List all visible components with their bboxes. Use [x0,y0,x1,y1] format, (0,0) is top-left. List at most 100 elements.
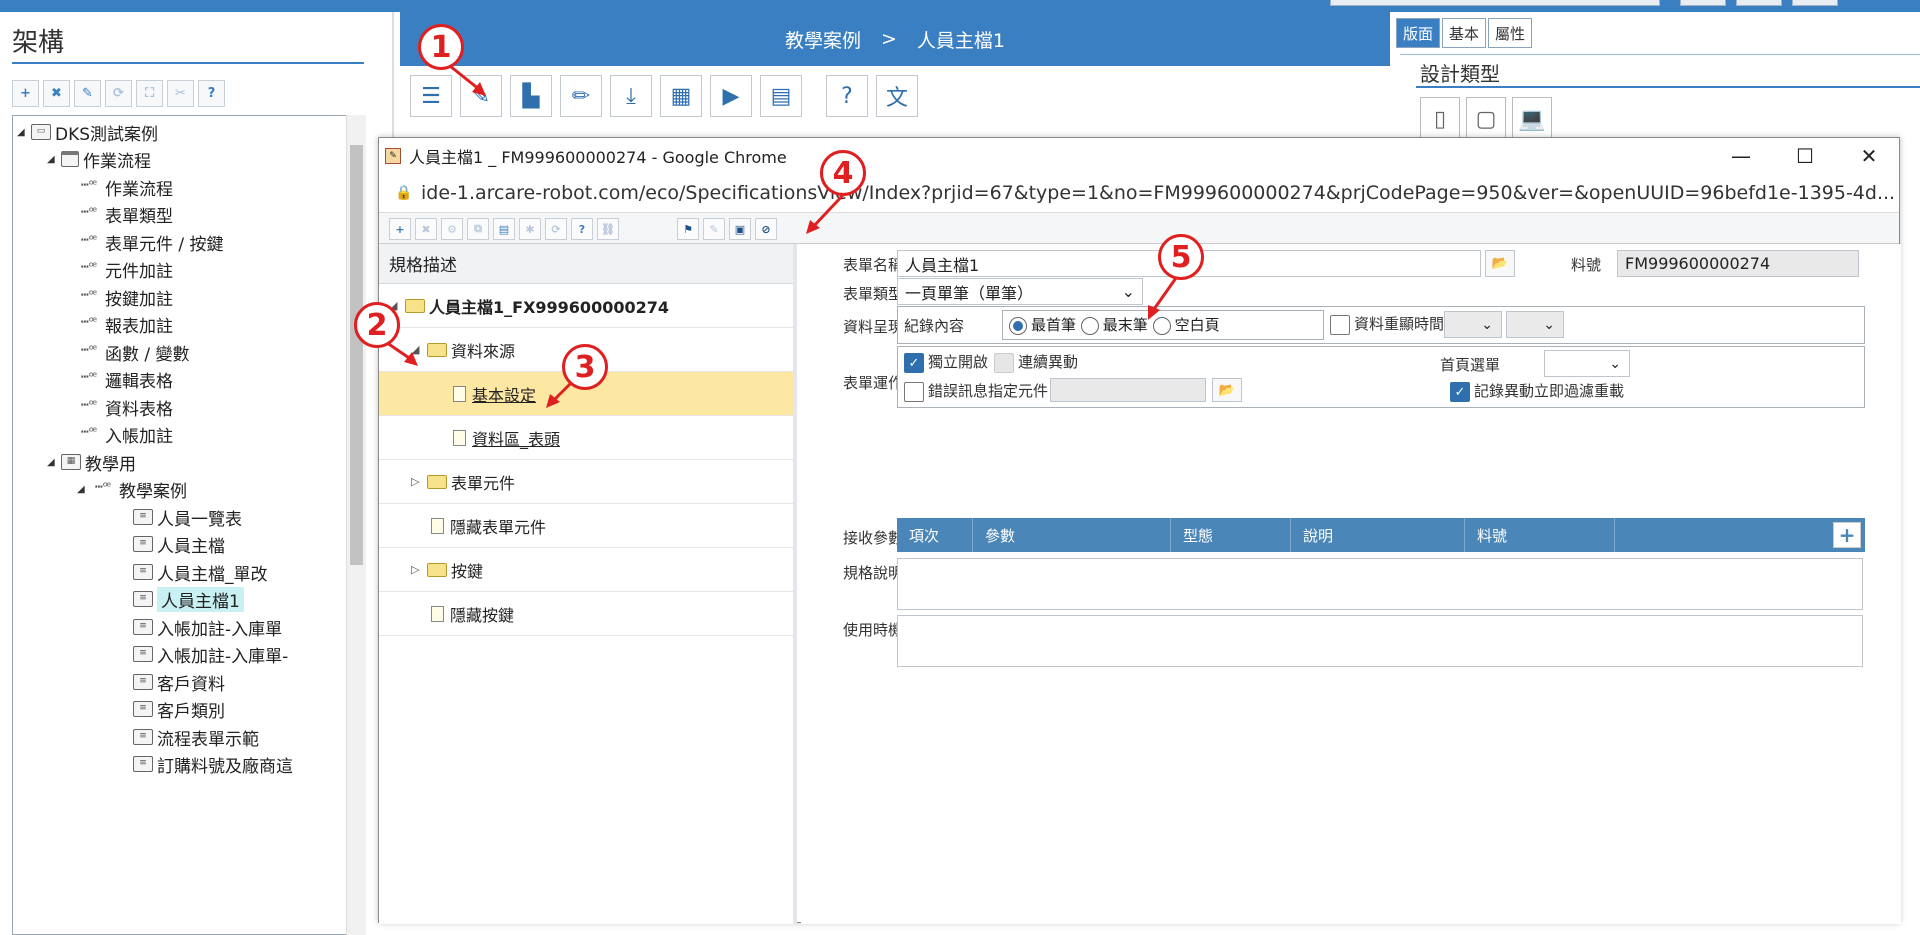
tree-node[interactable]: ┅ꟹ 函數 / 變數 [77,338,190,366]
tree-node[interactable]: ◢ ┅ꟹ 教學案例 [77,475,187,503]
top-button[interactable] [1792,0,1838,6]
tree-node[interactable]: ┅ꟹ 資料表格 [77,393,173,421]
spec-node-hidden-buttons[interactable]: 隱藏按鍵 [379,592,793,636]
translate-icon[interactable]: 文 [876,75,918,117]
spec-node-form-elements[interactable]: ▷ 表單元件 [379,460,793,504]
data-repeat-checkbox[interactable]: 資料重顯時間 [1330,313,1444,335]
folder-open-icon[interactable]: 📂 [1212,378,1242,402]
collapsed-arrow-icon[interactable]: ▷ [411,475,427,488]
tree-scrollbar[interactable] [346,115,366,935]
expand-button[interactable]: ⛶ [136,80,163,107]
reload-on-change-checkbox[interactable]: ✓ 記錄異動立即過濾重載 [1450,380,1624,402]
form-type-select[interactable]: 一頁單筆（單筆） ⌄ [897,278,1143,305]
flag-icon[interactable]: ⚑ [677,218,699,240]
clipboard-icon[interactable]: ▤ [760,75,802,117]
bug-icon[interactable]: ✱ [519,218,541,240]
tree-node[interactable]: ◢ ▭ DKS測試案例 [17,118,158,146]
error-element-checkbox[interactable]: 錯誤訊息指定元件 [904,380,1048,402]
add-icon[interactable]: + [389,218,411,240]
continuous-change-checkbox[interactable]: 連續異動 [994,351,1078,373]
spec-edit-icon[interactable]: ✎ [460,75,502,117]
document-icon[interactable]: ▤ [493,218,515,240]
edit-icon[interactable]: ✎ [703,218,725,240]
spec-node-data-area[interactable]: 資料區_表頭 [379,416,793,460]
table-icon[interactable]: ▦ [660,75,702,117]
tree-node[interactable]: ≡ 流程表單示範 [133,723,259,751]
spec-node-hidden-elements[interactable]: 隱藏表單元件 [379,504,793,548]
minimize-button[interactable]: — [1709,138,1773,174]
tree-node[interactable]: ◢ 作業流程 [47,145,151,173]
column-header[interactable]: 型態 [1171,518,1291,552]
refresh-button[interactable]: ⟳ [105,80,132,107]
link-icon[interactable]: ⛓ [597,218,619,240]
cancel-icon[interactable]: ⊘ [755,218,777,240]
spec-description-textarea[interactable] [897,558,1863,610]
tree-node[interactable]: ≡ 人員主檔 [133,530,225,558]
pencil-icon[interactable]: ✏ [560,75,602,117]
folder-open-icon[interactable]: 📂 [1485,250,1515,277]
help-icon[interactable]: ? [571,218,593,240]
column-header[interactable]: 參數 [973,518,1171,552]
collapsed-arrow-icon[interactable]: ▷ [411,563,427,576]
refresh-icon[interactable]: ⟳ [545,218,567,240]
download-icon[interactable]: ⤓ [610,75,652,117]
tree-node[interactable]: ┅ꟹ 表單類型 [77,200,173,228]
laptop-icon[interactable]: 💻 [1512,97,1552,141]
radio-blank[interactable]: 空白頁 [1152,316,1220,335]
add-param-button[interactable]: + [1833,522,1861,548]
maximize-button[interactable]: ☐ [1773,138,1837,174]
tree-node[interactable]: ┅ꟹ 表單元件 / 按鍵 [77,228,224,256]
tree-node[interactable]: ┅ꟹ 入帳加註 [77,420,173,448]
home-menu-select[interactable]: ⌄ [1544,350,1630,377]
tree-node-selected[interactable]: ≡ 人員主檔1 [133,585,244,613]
top-button[interactable] [1736,0,1782,6]
column-header[interactable]: 說明 [1291,518,1465,552]
top-button[interactable] [1680,0,1726,6]
tree-node[interactable]: ≡ 客戶類別 [133,695,225,723]
column-header[interactable]: 料號 [1465,518,1615,552]
tree-node[interactable]: ≡ 客戶資料 [133,668,225,696]
tree-node[interactable]: ┅ꟹ 按鍵加註 [77,283,173,311]
tree-node[interactable]: ≡ 入帳加註-入庫單- [133,640,288,668]
tree-node[interactable]: ┅ꟹ 報表加註 [77,310,173,338]
tree-node[interactable]: ┅ꟹ 作業流程 [77,173,173,201]
settings-icon[interactable]: ⚙ [441,218,463,240]
add-button[interactable]: + [12,80,39,107]
cut-button[interactable]: ✂ [167,80,194,107]
open-independent-checkbox[interactable]: ✓ 獨立開啟 [904,351,988,373]
layout-icon[interactable]: ☰ [410,75,452,117]
tab-properties[interactable]: 屬性 [1488,18,1533,48]
delete-button[interactable]: ✖ [43,80,70,107]
tree-node[interactable]: ≡ 人員主檔_單改 [133,558,268,586]
expanded-arrow-icon[interactable]: ◢ [411,343,427,356]
tree-node[interactable]: ≡ 入帳加註-入庫單 [133,613,282,641]
top-search-box[interactable] [1330,0,1660,6]
tree-node[interactable]: ≡ 人員一覽表 [133,503,242,531]
save-icon[interactable]: ▣ [729,218,751,240]
copy-icon[interactable]: ⧉ [467,218,489,240]
building-icon[interactable]: ▙ [510,75,552,117]
edit-button[interactable]: ✎ [74,80,101,107]
tree-node[interactable]: ┅ꟹ 邏輯表格 [77,365,173,393]
play-icon[interactable]: ▶ [710,75,752,117]
address-bar[interactable]: 🔒 ide-1.arcare-robot.com/eco/Specificati… [379,174,1899,212]
scroll-thumb[interactable] [350,145,363,565]
phone-icon[interactable]: ▯ [1420,97,1460,141]
radio-last[interactable]: 最末筆 [1080,316,1148,335]
radio-first[interactable]: 最首筆 [1009,316,1076,335]
tree-node[interactable]: ┅ꟹ 元件加註 [77,255,173,283]
tab-basic[interactable]: 基本 [1442,18,1487,48]
help-button[interactable]: ? [198,80,225,107]
spec-root-node[interactable]: ◢ 人員主檔1_FX999600000274 [379,284,793,328]
breadcrumb-root[interactable]: 教學案例 [785,26,861,53]
close-button[interactable]: ✕ [1837,138,1901,174]
usage-textarea[interactable] [897,615,1863,667]
tree-node[interactable]: ◢ ▦ 教學用 [47,448,136,476]
help-icon[interactable]: ? [826,75,868,117]
tablet-icon[interactable]: ▢ [1466,97,1506,141]
error-element-input[interactable] [1050,378,1206,402]
column-header[interactable]: 項次 [897,518,973,552]
tree-node[interactable]: ≡ 訂購料號及廠商這 [133,750,293,778]
tab-layout[interactable]: 版面 [1396,18,1441,48]
delete-icon[interactable]: ✖ [415,218,437,240]
